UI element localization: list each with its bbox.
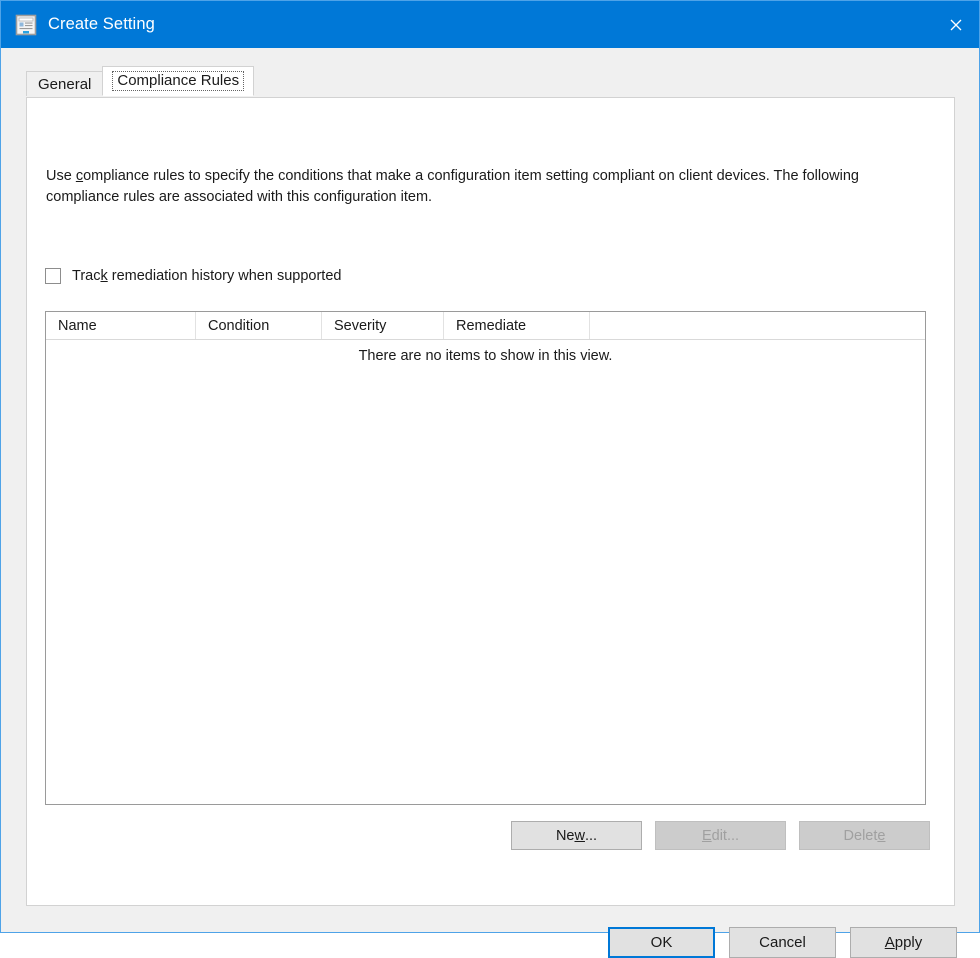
description-text-2: ompliance rules to specify the condition… xyxy=(46,168,859,205)
edit-button: Edit... xyxy=(655,821,786,850)
column-header-filler xyxy=(590,312,925,339)
track-remediation-history-label: Track remediation history when supported xyxy=(72,268,341,284)
list-header-row: Name Condition Severity Remediate xyxy=(46,312,925,340)
column-header-condition[interactable]: Condition xyxy=(196,312,322,339)
setting-document-icon xyxy=(15,14,37,36)
apply-button-text: pply xyxy=(894,934,923,951)
compliance-rules-panel: Use compliance rules to specify the cond… xyxy=(26,97,955,906)
delete-button: Delet e xyxy=(799,821,930,850)
empty-list-message: There are no items to show in this view. xyxy=(358,348,613,364)
close-icon[interactable] xyxy=(933,1,979,48)
edit-button-text-2: dit... xyxy=(711,827,740,844)
column-header-name[interactable]: Name xyxy=(46,312,196,339)
checkbox-accelerator: k xyxy=(100,268,108,284)
description-text-1: Use xyxy=(46,168,76,184)
create-setting-dialog: Create Setting General Compliance Rules … xyxy=(0,0,980,958)
delete-button-accelerator: e xyxy=(877,827,886,844)
column-header-severity[interactable]: Severity xyxy=(322,312,444,339)
track-remediation-history-checkbox[interactable] xyxy=(45,268,61,284)
checkbox-text-2: remediation history when supported xyxy=(107,268,342,284)
tab-strip: General Compliance Rules xyxy=(26,66,255,96)
new-button-accelerator: w xyxy=(574,827,585,844)
edit-button-accelerator: E xyxy=(701,827,712,844)
panel-description: Use compliance rules to specify the cond… xyxy=(46,166,919,208)
title-bar: Create Setting xyxy=(1,1,979,48)
compliance-rules-list[interactable]: Name Condition Severity Remediate There … xyxy=(45,311,926,805)
ok-button-label: OK xyxy=(650,934,673,951)
tab-compliance-rules-label: Compliance Rules xyxy=(112,71,245,91)
track-remediation-history-checkbox-row[interactable]: Track remediation history when supported xyxy=(45,268,341,284)
new-button-text-1: Ne xyxy=(555,827,575,844)
delete-button-text-1: Delet xyxy=(843,827,878,844)
description-accelerator: c xyxy=(75,168,84,184)
dialog-body: General Compliance Rules Use compliance … xyxy=(1,48,979,958)
apply-button-accelerator: A xyxy=(884,934,895,951)
window-title: Create Setting xyxy=(48,15,155,33)
apply-button[interactable]: Apply xyxy=(850,927,957,958)
tab-general-label: General xyxy=(38,75,92,93)
new-button-text-2: ... xyxy=(584,827,598,844)
tab-general[interactable]: General xyxy=(26,71,104,96)
rule-action-buttons: Ne w... Edit... Delet e xyxy=(511,821,930,850)
checkbox-text-1: Trac xyxy=(72,268,101,284)
ok-button[interactable]: OK xyxy=(608,927,715,958)
new-button[interactable]: Ne w... xyxy=(511,821,642,850)
column-header-remediate[interactable]: Remediate xyxy=(444,312,590,339)
cancel-button-label: Cancel xyxy=(759,934,806,951)
dialog-action-buttons: OK Cancel Apply xyxy=(608,927,957,958)
cancel-button[interactable]: Cancel xyxy=(729,927,836,958)
tab-compliance-rules[interactable]: Compliance Rules xyxy=(102,66,255,96)
